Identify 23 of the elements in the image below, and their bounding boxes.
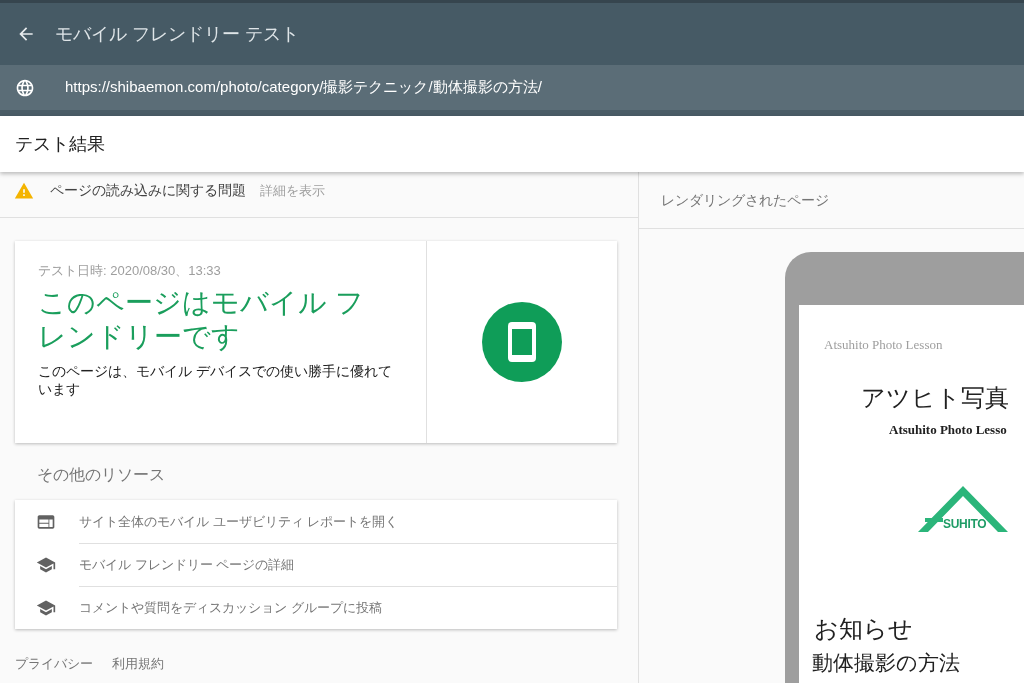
site-subheading: Atsuhito Photo Lesso [889,422,1007,438]
resource-link[interactable]: モバイル フレンドリー ページの詳細 [15,543,617,586]
resource-link[interactable]: サイト全体のモバイル ユーザビリティ レポートを開く [15,500,617,543]
globe-icon [15,77,35,98]
section-title: テスト結果 [15,132,105,156]
resources-heading: その他のリソース [37,465,166,485]
section-heading: お知らせ [814,615,913,644]
logo-text: SUHITO [943,517,987,531]
roof-logo-icon [917,485,1009,533]
post-title: 動体撮影の方法 [812,650,960,676]
footer-link[interactable]: プライバシー [15,655,93,673]
footer-link[interactable]: 利用規約 [112,655,164,673]
resource-link[interactable]: コメントや質問をディスカッション グループに投稿 [15,586,617,629]
url-text: https://shibaemon.com/photo/category/撮影テクニック/動体撮影の方法/ [65,77,542,98]
app-title: モバイル フレンドリー テスト [55,22,299,46]
site-name: Atsuhito Photo Lesson [824,337,943,353]
test-timestamp: テスト日時: 2020/08/30、13:33 [38,262,222,280]
rendered-page-title: レンダリングされたページ [661,190,829,210]
site-heading: アツヒト写真 [861,384,1009,413]
result-headline: このページはモバイル フレンドリーです [38,286,365,354]
result-description: このページは、モバイル デバイスでの使い勝手に優れています [38,362,393,398]
details-link[interactable]: 詳細を表示 [260,180,325,201]
warning-text: ページの読み込みに関する問題 [50,181,246,200]
